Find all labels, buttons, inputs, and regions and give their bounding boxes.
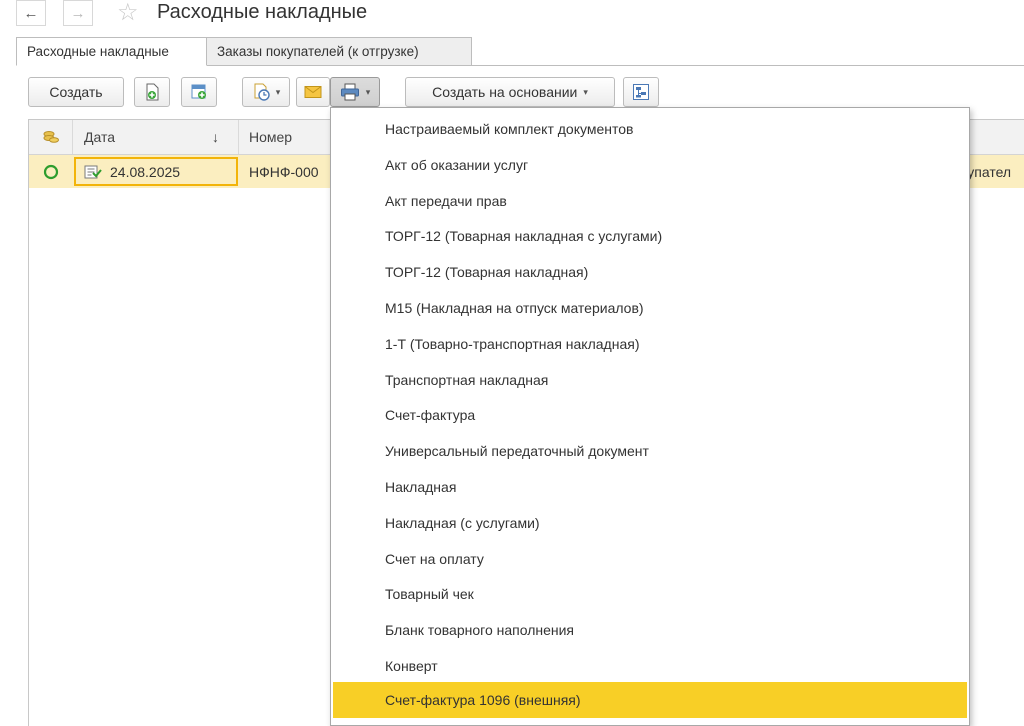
menu-item-label: Бланк товарного наполнения bbox=[385, 622, 575, 639]
create-button-label: Создать bbox=[49, 84, 103, 100]
column-header-number-label: Номер bbox=[249, 129, 293, 145]
menu-item-label: Акт передачи прав bbox=[385, 192, 507, 209]
copy-document-button[interactable] bbox=[134, 77, 170, 107]
column-separator bbox=[72, 120, 73, 154]
menu-item-payment-invoice[interactable]: Счет на оплату bbox=[333, 541, 967, 577]
add-from-template-icon bbox=[191, 84, 206, 99]
send-email-button[interactable] bbox=[296, 77, 330, 107]
print-button[interactable]: ▾ bbox=[330, 77, 380, 107]
arrow-right-icon: → bbox=[70, 4, 86, 22]
menu-item-label: ТОРГ-12 (Товарная накладная) bbox=[385, 264, 589, 281]
column-header-date-label: Дата bbox=[84, 129, 116, 145]
menu-item-label: ТОРГ-12 (Товарная накладная с услугами) bbox=[385, 228, 663, 245]
menu-item-transport-waybill[interactable]: Транспортная накладная bbox=[333, 362, 967, 398]
menu-item-invoice-1096[interactable]: Счет-фактура 1096 (внешняя) bbox=[333, 682, 967, 718]
menu-item-label: Акт об оказании услуг bbox=[385, 156, 529, 173]
number-value: НФНФ-000 bbox=[249, 163, 319, 180]
menu-item-label: Универсальный передаточный документ bbox=[385, 443, 649, 460]
menu-item-sales-receipt[interactable]: Товарный чек bbox=[333, 576, 967, 612]
menu-item-label: М15 (Накладная на отпуск материалов) bbox=[385, 300, 644, 316]
tab-customer-orders[interactable]: Заказы покупателей (к отгрузке) bbox=[206, 37, 472, 66]
menu-item-envelope[interactable]: Конверт bbox=[333, 648, 967, 684]
page-title: Расходные накладные bbox=[157, 1, 368, 23]
document-structure-button[interactable] bbox=[623, 77, 659, 107]
printer-icon bbox=[340, 83, 359, 101]
forward-button[interactable]: → bbox=[63, 0, 93, 26]
menu-item-goods-content-form[interactable]: Бланк товарного наполнения bbox=[333, 612, 967, 648]
status-cell bbox=[29, 155, 72, 188]
add-from-template-button[interactable] bbox=[181, 77, 217, 107]
coins-icon bbox=[43, 131, 59, 143]
menu-item-label: Счет на оплату bbox=[385, 550, 484, 567]
tab-label: Заказы покупателей (к отгрузке) bbox=[217, 44, 419, 59]
menu-item-label: Накладная bbox=[385, 479, 457, 495]
tab-label: Расходные накладные bbox=[27, 44, 169, 59]
number-cell[interactable]: НФНФ-000 bbox=[249, 155, 331, 188]
menu-item-torg12-services[interactable]: ТОРГ-12 (Товарная накладная с услугами) bbox=[333, 218, 967, 254]
date-value: 24.08.2025 bbox=[110, 163, 181, 180]
document-clock-icon bbox=[254, 83, 270, 101]
column-header-number[interactable]: Номер bbox=[249, 120, 339, 154]
menu-item-label: Транспортная накладная bbox=[385, 371, 549, 388]
chevron-down-icon: ▾ bbox=[275, 86, 281, 97]
favorite-star-icon[interactable]: ☆ bbox=[117, 0, 139, 27]
menu-item-m15[interactable]: М15 (Накладная на отпуск материалов) bbox=[333, 290, 967, 326]
arrow-left-icon: ← bbox=[23, 4, 39, 22]
chevron-down-icon: ▾ bbox=[365, 86, 371, 97]
menu-item-custom-kit[interactable]: Настраиваемый комплект документов bbox=[333, 111, 967, 147]
customer-cell[interactable]: купател bbox=[961, 155, 1024, 188]
menu-item-upd[interactable]: Универсальный передаточный документ bbox=[333, 433, 967, 469]
column-separator bbox=[238, 120, 239, 154]
menu-item-waybill-services[interactable]: Накладная (с услугами) bbox=[333, 505, 967, 541]
circle-status-icon bbox=[43, 164, 58, 179]
menu-item-services-act[interactable]: Акт об оказании услуг bbox=[333, 147, 967, 183]
menu-item-label: Накладная (с услугами) bbox=[385, 514, 540, 531]
date-cell[interactable]: 24.08.2025 bbox=[74, 157, 238, 186]
document-structure-icon bbox=[633, 84, 649, 100]
menu-item-label: 1-Т (Товарно-транспортная накладная) bbox=[385, 335, 640, 352]
menu-item-waybill[interactable]: Накладная bbox=[333, 469, 967, 505]
create-button[interactable]: Создать bbox=[28, 77, 124, 107]
menu-item-label: Товарный чек bbox=[385, 586, 474, 603]
create-based-on-label: Создать на основании bbox=[432, 84, 578, 100]
menu-item-invoice[interactable]: Счет-фактура bbox=[333, 397, 967, 433]
posted-document-icon bbox=[84, 165, 102, 178]
menu-item-torg12[interactable]: ТОРГ-12 (Товарная накладная) bbox=[333, 254, 967, 290]
add-document-icon bbox=[146, 83, 159, 101]
menu-item-label: Конверт bbox=[385, 658, 438, 674]
menu-item-label: Настраиваемый комплект документов bbox=[385, 121, 634, 137]
back-button[interactable]: ← bbox=[16, 0, 46, 26]
menu-item-1t[interactable]: 1-Т (Товарно-транспортная накладная) bbox=[333, 326, 967, 362]
sort-descending-icon: ↓ bbox=[212, 129, 219, 145]
envelope-icon bbox=[304, 86, 322, 98]
tab-sales-invoices[interactable]: Расходные накладные bbox=[16, 37, 207, 66]
menu-item-label: Счет-фактура bbox=[385, 407, 476, 424]
timer-document-button[interactable]: ▾ bbox=[242, 77, 290, 107]
column-header-status[interactable] bbox=[29, 120, 72, 154]
menu-item-rights-transfer-act[interactable]: Акт передачи прав bbox=[333, 183, 967, 219]
menu-item-label: Счет-фактура 1096 (внешняя) bbox=[385, 692, 581, 708]
chevron-down-icon: ▾ bbox=[583, 86, 588, 97]
create-based-on-button[interactable]: Создать на основании ▾ bbox=[405, 77, 615, 107]
print-menu: Настраиваемый комплект документов Акт об… bbox=[330, 107, 970, 726]
